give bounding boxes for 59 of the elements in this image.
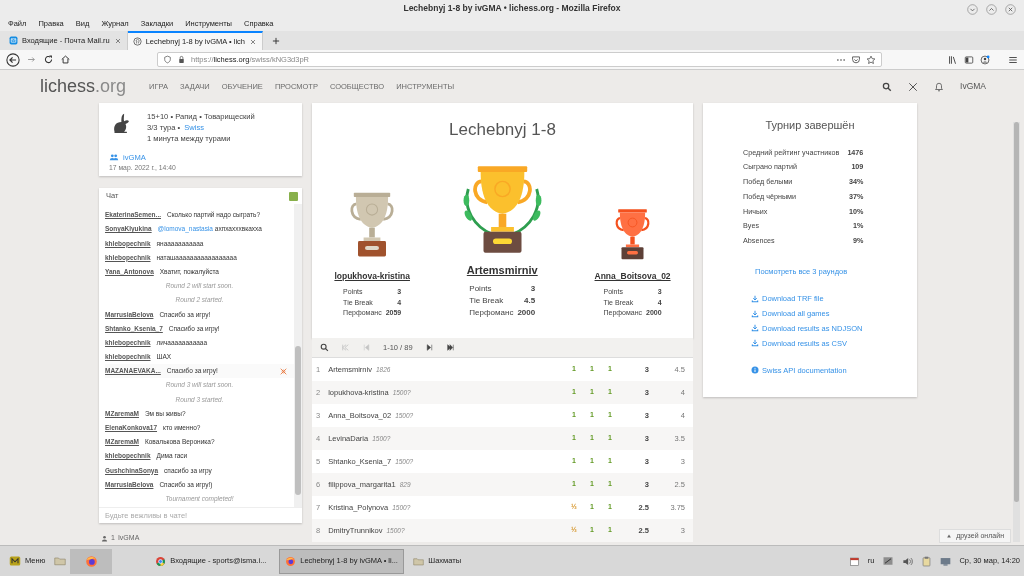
chrome-icon [155,555,167,567]
menu-icon[interactable] [1008,54,1018,65]
maximize-icon[interactable] [986,4,997,15]
triangle-icon [946,533,953,539]
crossed-swords-icon[interactable] [908,81,918,92]
clipboard-icon[interactable] [921,555,933,567]
firefox-icon [285,555,297,567]
user-menu[interactable]: IvGMA [960,80,986,93]
library-icon[interactable] [948,54,958,65]
new-tab-icon[interactable] [271,35,281,46]
back-icon[interactable] [6,52,20,67]
moderation-icon[interactable] [279,366,288,376]
info-icon [751,366,759,375]
tournament-title: Lechebnyj 1-8 [448,119,557,141]
close-icon[interactable] [1005,4,1016,15]
scrollbar[interactable] [294,204,302,507]
stat-label: Points [468,282,493,295]
next-page-button[interactable] [424,343,434,352]
player-name[interactable]: Anna_Boitsova_02 [594,270,671,283]
bookmark-star-icon[interactable] [866,54,876,65]
shield-icon[interactable] [163,55,172,64]
download-icon [751,309,759,318]
home-icon[interactable] [60,54,71,65]
stat-value: 4.5 [523,294,537,307]
stat-label: Перфоманс [468,306,515,319]
page-scrollbar[interactable] [1013,122,1020,542]
close-icon[interactable] [249,37,257,46]
reload-icon[interactable] [43,54,54,65]
account-icon[interactable] [980,54,990,65]
player-name[interactable]: lopukhova-kristina [334,270,410,283]
download-icon [751,294,759,303]
search-button[interactable] [320,343,329,352]
team-icon [109,153,119,163]
pocket-icon[interactable] [851,54,861,65]
stat-label: Tie Break [468,294,505,307]
download-icon [751,339,759,348]
summary-title: Турнир завершён [764,118,856,133]
bell-icon[interactable] [934,81,944,92]
stat-value: 2000 [516,306,537,319]
last-page-button[interactable] [445,343,455,352]
network-icon[interactable] [940,555,952,567]
site-logo[interactable]: lichess.org [40,73,127,100]
person-icon [101,534,108,542]
sidebar-icon[interactable] [964,54,974,65]
folder-icon [413,555,425,567]
window-title: Lechebnyj 1-8 by ivGMA • lichess.org - Mozilla Firefox [403,2,621,15]
lock-icon[interactable] [177,55,186,64]
speaker-icon[interactable] [902,555,914,567]
stat-value: 3 [529,282,537,295]
download-icon [751,324,759,333]
player-name[interactable]: Artemsmirniv [466,262,538,279]
chat-toggle[interactable] [289,191,298,201]
menu-logo-icon [9,555,21,567]
forward-icon[interactable] [26,54,37,65]
close-icon[interactable] [113,36,122,45]
firefox-icon[interactable] [84,554,98,568]
calendar-icon[interactable] [848,555,860,567]
search-icon[interactable] [882,81,892,92]
mail-icon [9,36,18,45]
